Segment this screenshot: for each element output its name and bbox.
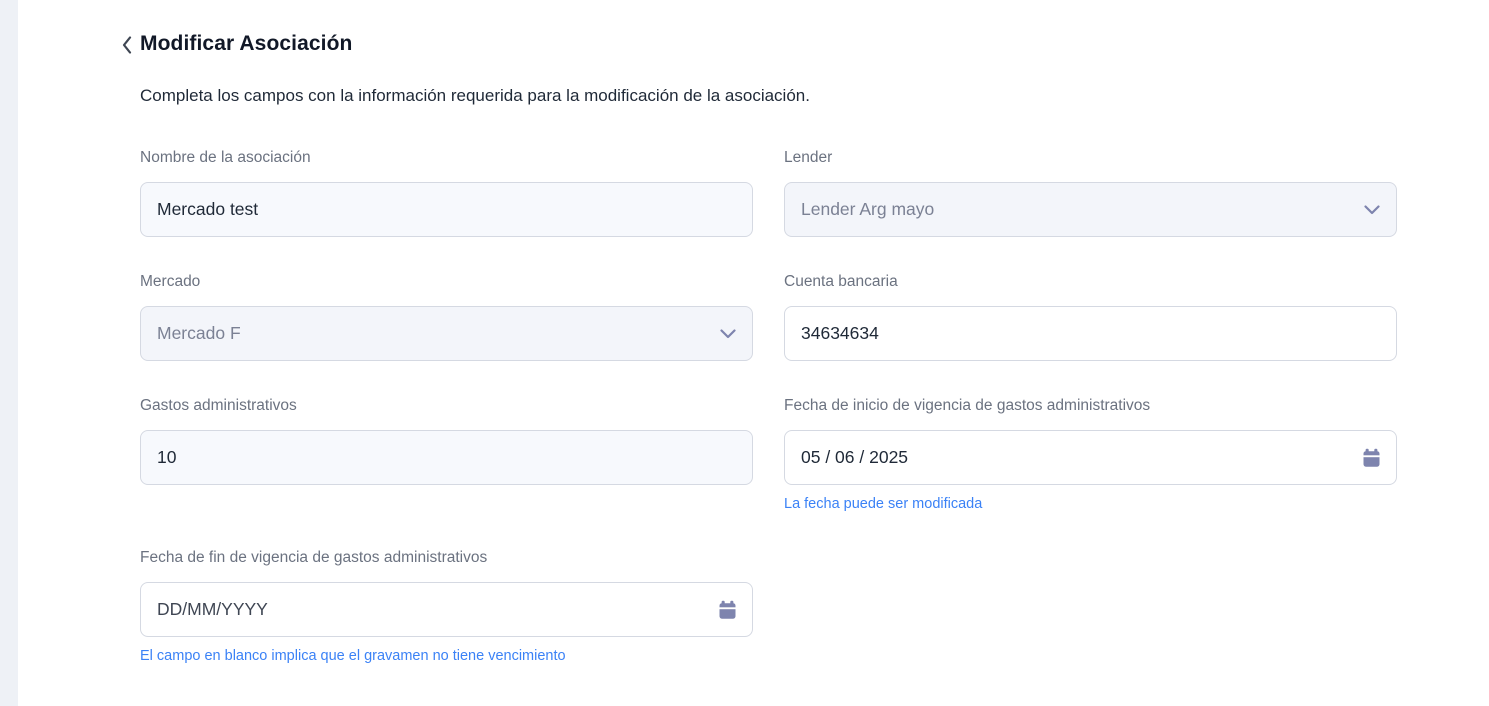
mercado-label: Mercado <box>140 273 753 291</box>
back-button[interactable] <box>120 34 134 56</box>
main-content: Modificar Asociación Completa los campos… <box>0 0 1489 665</box>
fecha-fin-input[interactable] <box>140 582 753 637</box>
mercado-select[interactable]: Mercado F <box>140 306 753 361</box>
fecha-fin-hint: El campo en blanco implica que el gravam… <box>140 648 566 665</box>
calendar-icon[interactable] <box>1362 448 1381 468</box>
field-fecha-inicio: Fecha de inicio de vigencia de gastos ad… <box>784 397 1397 513</box>
field-gastos-administrativos: Gastos administrativos <box>140 397 753 513</box>
mercado-select-value: Mercado F <box>157 323 241 344</box>
fecha-inicio-input[interactable] <box>784 430 1397 485</box>
field-lender: Lender Lender Arg mayo <box>784 149 1397 237</box>
page-description: Completa los campos con la información r… <box>140 82 882 110</box>
fecha-inicio-hint: La fecha puede ser modificada <box>784 496 982 513</box>
chevron-down-icon <box>720 329 736 339</box>
chevron-down-icon <box>1364 205 1380 215</box>
gastos-administrativos-label: Gastos administrativos <box>140 397 753 415</box>
calendar-icon[interactable] <box>718 600 737 620</box>
fecha-inicio-label: Fecha de inicio de vigencia de gastos ad… <box>784 397 1397 415</box>
page-title: Modificar Asociación <box>140 32 352 56</box>
chevron-left-icon <box>120 34 134 56</box>
field-cuenta-bancaria: Cuenta bancaria <box>784 273 1397 361</box>
field-fecha-fin: Fecha de fin de vigencia de gastos admin… <box>140 549 753 665</box>
field-mercado: Mercado Mercado F <box>140 273 753 361</box>
association-form: Nombre de la asociación Lender Lender Ar… <box>140 149 1397 665</box>
page-header: Modificar Asociación <box>140 30 1397 58</box>
gastos-administrativos-input[interactable] <box>140 430 753 485</box>
lender-select[interactable]: Lender Arg mayo <box>784 182 1397 237</box>
fecha-fin-label: Fecha de fin de vigencia de gastos admin… <box>140 549 753 567</box>
field-nombre-asociacion: Nombre de la asociación <box>140 149 753 237</box>
lender-label: Lender <box>784 149 1397 167</box>
nombre-asociacion-label: Nombre de la asociación <box>140 149 753 167</box>
lender-select-value: Lender Arg mayo <box>801 199 934 220</box>
cuenta-bancaria-label: Cuenta bancaria <box>784 273 1397 291</box>
nombre-asociacion-input[interactable] <box>140 182 753 237</box>
cuenta-bancaria-input[interactable] <box>784 306 1397 361</box>
